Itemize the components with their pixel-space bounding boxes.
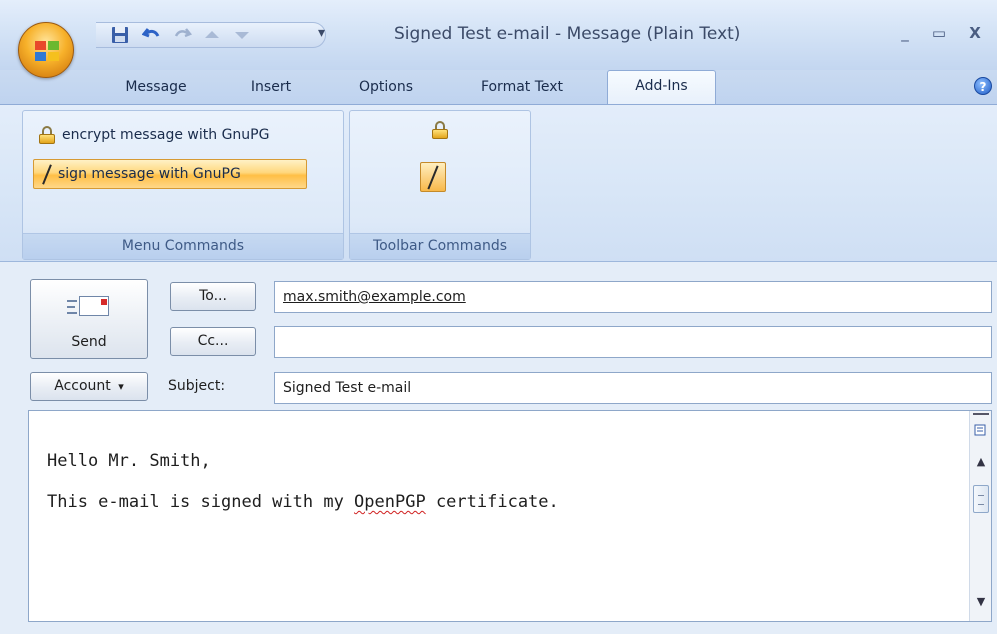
tab-format-text[interactable]: Format Text <box>460 72 584 104</box>
group-label: Menu Commands <box>23 233 343 259</box>
sign-message-label: sign message with GnuPG <box>58 166 241 182</box>
undo-icon[interactable] <box>141 26 162 46</box>
tab-options[interactable]: Options <box>338 72 434 104</box>
next-item-icon[interactable] <box>232 26 252 46</box>
menu-commands-group: encrypt message with GnuPG sign message … <box>22 110 344 260</box>
close-icon[interactable]: X <box>962 22 988 44</box>
save-icon[interactable] <box>110 26 130 46</box>
window-title: Signed Test e-mail - Message (Plain Text… <box>394 24 741 44</box>
to-recipient[interactable]: max.smith@example.com <box>283 289 466 305</box>
tab-add-ins[interactable]: Add-Ins <box>607 70 716 105</box>
quick-access-toolbar <box>96 22 326 48</box>
message-body-text[interactable]: Hello Mr. Smith, This e-mail is signed w… <box>47 441 559 523</box>
group-label: Toolbar Commands <box>350 233 530 259</box>
help-icon[interactable]: ? <box>974 77 992 95</box>
body-line-2-suffix: certificate. <box>425 492 559 512</box>
chevron-down-icon: ▾ <box>118 380 124 393</box>
scroll-down-icon[interactable]: ▼ <box>973 595 989 608</box>
cc-field[interactable] <box>274 326 992 358</box>
ribbon: encrypt message with GnuPG sign message … <box>0 104 997 262</box>
send-envelope-icon <box>67 292 113 318</box>
scroll-up-icon[interactable]: ▲ <box>973 455 989 468</box>
sign-toolbar-pen-icon[interactable] <box>420 162 446 192</box>
previous-item-icon[interactable] <box>202 26 222 46</box>
maximize-icon[interactable]: ▭ <box>926 22 952 44</box>
subject-label: Subject: <box>168 378 226 394</box>
body-line-2-prefix: This e-mail is signed with my <box>47 492 355 512</box>
encrypt-toolbar-lock-icon[interactable] <box>432 121 448 139</box>
toolbar-commands-group: Toolbar Commands <box>349 110 531 260</box>
send-label: Send <box>71 334 107 350</box>
customize-qat-icon[interactable]: ▾ <box>318 25 325 41</box>
cc-button[interactable]: Cc... <box>170 327 256 356</box>
redo-icon[interactable] <box>172 26 193 46</box>
pen-icon <box>38 163 56 185</box>
ribbon-tabs: Message Insert Options Format Text Add-I… <box>0 70 997 105</box>
account-label: Account <box>54 378 111 394</box>
office-logo-icon <box>35 41 59 61</box>
encrypt-message-button[interactable]: encrypt message with GnuPG <box>35 120 273 150</box>
tab-message[interactable]: Message <box>104 72 208 104</box>
scroll-thumb[interactable] <box>973 485 989 513</box>
misspelled-word[interactable]: OpenPGP <box>354 492 426 512</box>
title-bar: ▾ Signed Test e-mail - Message (Plain Te… <box>0 0 997 78</box>
message-body[interactable]: Hello Mr. Smith, This e-mail is signed w… <box>28 410 992 622</box>
body-line-1: Hello Mr. Smith, <box>47 451 211 471</box>
lock-icon <box>39 126 55 144</box>
send-button[interactable]: Send <box>30 279 148 359</box>
to-field[interactable]: max.smith@example.com <box>274 281 992 313</box>
to-button[interactable]: To... <box>170 282 256 311</box>
tab-insert[interactable]: Insert <box>226 72 316 104</box>
encrypt-message-label: encrypt message with GnuPG <box>62 127 270 143</box>
ruler-toggle-icon[interactable] <box>973 423 989 440</box>
account-button[interactable]: Account ▾ <box>30 372 148 401</box>
split-handle-icon[interactable] <box>973 413 989 417</box>
vertical-scrollbar[interactable]: ▲ ▼ <box>969 411 991 621</box>
sign-message-button[interactable]: sign message with GnuPG <box>33 159 307 189</box>
subject-field[interactable]: Signed Test e-mail <box>274 372 992 404</box>
office-button[interactable] <box>18 22 74 78</box>
minimize-icon[interactable]: _ <box>892 22 918 44</box>
